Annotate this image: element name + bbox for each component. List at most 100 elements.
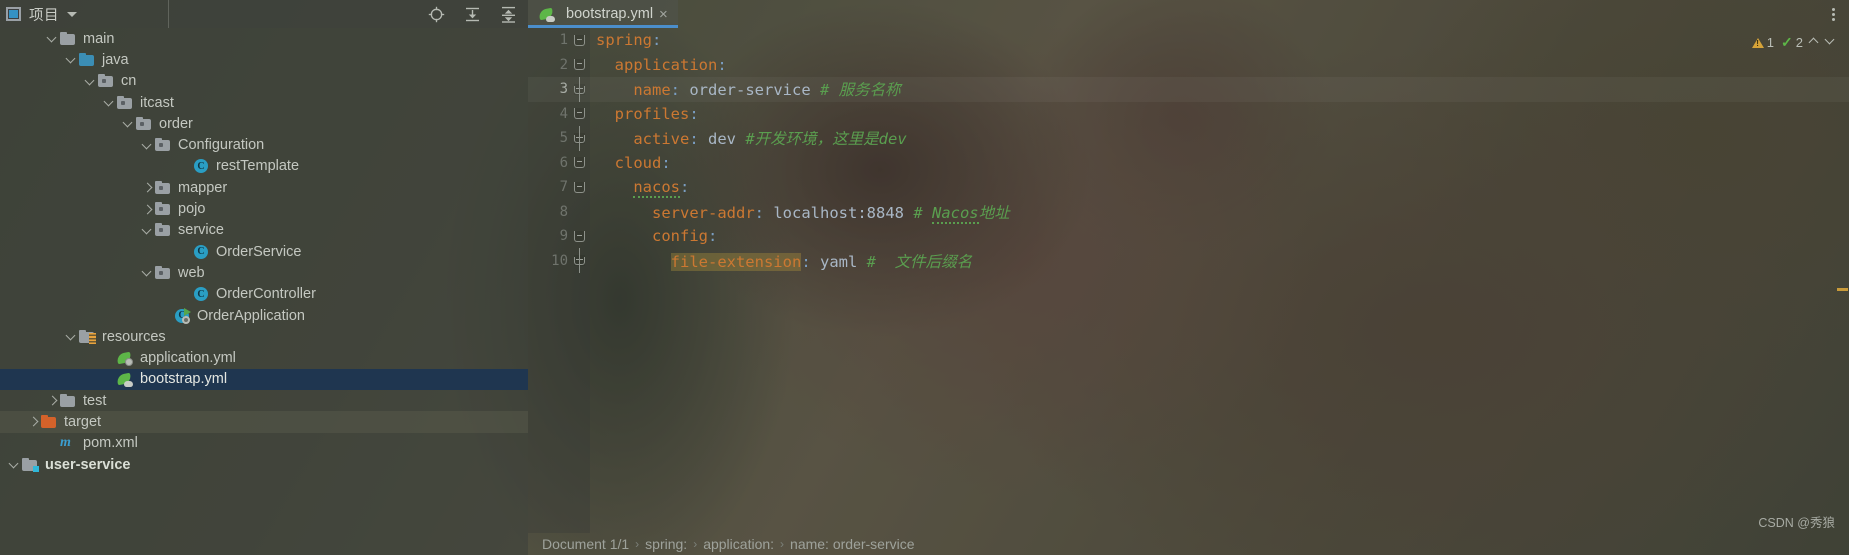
code-text[interactable]: active: dev #开发环境，这里是dev [590,127,906,149]
collapse-all-icon[interactable] [498,4,518,24]
tree-item-itcast[interactable]: itcast [0,92,528,113]
tree-item-main[interactable]: main [0,28,528,49]
tree-item-user-service[interactable]: user-service [0,454,528,475]
fold-gutter[interactable] [568,181,590,193]
chevron-down-icon[interactable] [103,96,116,109]
fold-gutter[interactable] [568,125,590,151]
fold-gutter[interactable] [568,34,590,46]
chevron-down-icon[interactable] [65,53,78,66]
code-text[interactable]: profiles: [590,105,699,123]
code-line-10[interactable]: 10 file-extension: yaml # 文件后缀名 [528,248,1849,274]
tree-item-application-yml[interactable]: application.yml [0,347,528,368]
tree-item-label: target [64,413,102,430]
line-number: 10 [551,252,568,269]
breadcrumb-item[interactable]: application: [703,536,774,552]
line-number: 8 [559,203,568,220]
project-pane-title-group[interactable]: 项目 [0,4,168,25]
editor-tab-bootstrap-yml[interactable]: bootstrap.yml × [528,0,678,28]
close-icon[interactable]: × [659,7,668,22]
fold-collapse-icon[interactable] [573,181,585,193]
fold-gutter[interactable] [568,157,590,169]
tree-item-web[interactable]: web [0,262,528,283]
fold-collapse-icon[interactable] [573,157,585,169]
code-text[interactable]: spring: [590,31,661,49]
code-editor[interactable]: 1 spring: 2 application: 3 name: order-serv… [528,28,1849,533]
marker-warning[interactable] [1837,288,1848,291]
tree-item-bootstrap-yml[interactable]: bootstrap.yml [0,368,528,391]
fold-collapse-icon[interactable] [573,230,585,242]
warning-count: 1 [1766,35,1775,50]
tree-item-orderservice[interactable]: C OrderService [0,241,528,262]
code-text[interactable]: name: order-service # 服务名称 [590,78,900,100]
code-line-2[interactable]: 2 application: [528,53,1849,78]
tree-item-order[interactable]: order [0,113,528,134]
chevron-down-icon[interactable] [46,32,59,45]
tree-item-mapper[interactable]: mapper [0,177,528,198]
chevron-right-icon[interactable] [27,415,40,428]
expand-all-icon[interactable] [462,4,482,24]
chevron-down-icon[interactable] [8,458,21,471]
code-line-1[interactable]: 1 spring: [528,28,1849,53]
chevron-right-icon[interactable] [46,394,59,407]
chevron-down-icon[interactable] [141,139,154,152]
locate-file-icon[interactable] [426,4,446,24]
chevron-down-icon[interactable] [141,224,154,237]
chevron-right-icon[interactable] [141,203,154,216]
chevron-down-icon[interactable] [67,11,77,17]
tree-item-orderapplication[interactable]: C OrderApplication [0,305,528,326]
code-text[interactable]: application: [590,56,727,74]
tree-item-test[interactable]: test [0,390,528,411]
fold-collapse-icon[interactable] [573,59,585,71]
chevron-right-icon[interactable] [141,181,154,194]
code-line-7[interactable]: 7 nacos: [528,175,1849,200]
tree-item-cn[interactable]: cn [0,71,528,92]
code-line-5[interactable]: 5 active: dev #开发环境，这里是dev [528,125,1849,151]
fold-gutter[interactable] [568,230,590,242]
code-text[interactable]: config: [590,227,717,245]
code-lines[interactable]: 1 spring: 2 application: 3 name: order-serv… [528,28,1849,533]
code-text[interactable]: server-addr: localhost:8848 # Nacos地址 [590,201,1010,224]
tree-item-target[interactable]: target [0,411,528,433]
code-line-8[interactable]: 8 server-addr: localhost:8848 # Nacos地址 [528,200,1849,225]
tree-item-ordercontroller[interactable]: C OrderController [0,284,528,305]
code-line-3[interactable]: 3 name: order-service # 服务名称 [528,76,1849,102]
chevron-down-icon[interactable] [84,75,97,88]
fold-collapse-icon[interactable] [573,34,585,46]
kebab-menu-icon[interactable] [1828,4,1839,25]
code-line-9[interactable]: 9 config: [528,224,1849,249]
code-line-4[interactable]: 4 profiles: [528,102,1849,127]
tree-item-configuration[interactable]: Configuration [0,134,528,155]
code-token: : [717,55,727,74]
fold-gutter[interactable] [568,76,590,102]
code-text[interactable]: nacos: [590,178,689,199]
tree-item-pom-xml[interactable]: m pom.xml [0,433,528,454]
breadcrumb-item[interactable]: Document 1/1 [542,536,629,552]
code-text[interactable]: file-extension: yaml # 文件后缀名 [590,250,972,272]
code-token: config [652,227,708,246]
warning-group[interactable]: 1 [1751,35,1775,50]
chevron-down-icon[interactable] [65,330,78,343]
chevron-down-icon[interactable] [1826,38,1835,47]
tree-item-resources[interactable]: resources [0,326,528,347]
fold-gutter[interactable] [568,108,590,120]
project-tree[interactable]: main java cn itcast order Configuration CrestT… [0,28,528,555]
chevron-down-icon[interactable] [141,266,154,279]
fold-gutter[interactable] [568,248,590,274]
breadcrumb-item[interactable]: spring: [645,536,687,552]
tree-item-pojo[interactable]: pojo [0,198,528,219]
resources-folder-icon [78,329,96,345]
fold-gutter[interactable] [568,59,590,71]
tree-item-resttemplate[interactable]: CrestTemplate [0,156,528,177]
tree-item-service[interactable]: service [0,220,528,241]
code-text[interactable]: cloud: [590,154,671,172]
chevron-up-icon[interactable] [1810,38,1819,47]
chevron-down-icon[interactable] [122,117,135,130]
code-line-6[interactable]: 6 cloud: [528,151,1849,176]
tree-item-java[interactable]: java [0,49,528,70]
breadcrumb-item[interactable]: name: order-service [790,536,915,552]
ok-group[interactable]: ✓ 2 [1781,34,1803,51]
inspection-widget[interactable]: 1 ✓ 2 [1751,34,1835,51]
fold-collapse-icon[interactable] [573,108,585,120]
error-marker-stripe[interactable] [1836,56,1849,511]
